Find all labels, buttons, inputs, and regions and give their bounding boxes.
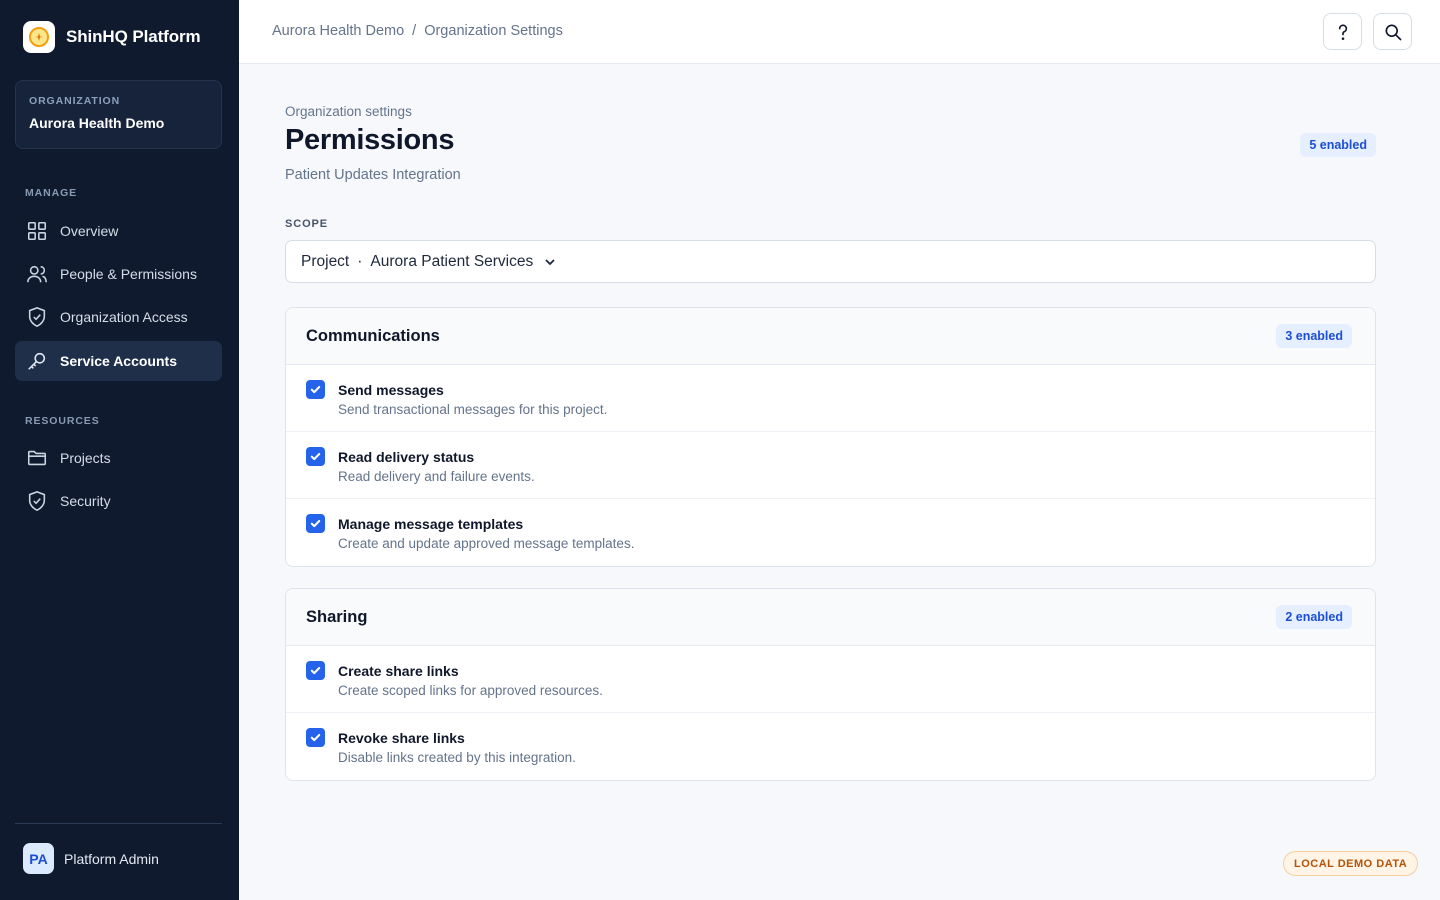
sidebar-item-people-permissions[interactable]: People & Permissions [15,254,222,294]
key-icon [28,352,46,370]
organization-label: ORGANIZATION [29,95,121,107]
sidebar-item-projects[interactable]: Projects [15,438,222,478]
permission-description: Create scoped links for approved resourc… [338,683,603,698]
brand-name: ShinHQ Platform [66,27,201,46]
brand[interactable]: ShinHQ Platform [23,21,201,53]
check-icon [310,452,321,461]
user-name: Platform Admin [64,850,159,867]
sidebar-item-label: People & Permissions [60,266,197,282]
permission-row: Send messages Send transactional message… [286,365,1375,432]
scope-value: Aurora Patient Services [370,252,534,270]
scope-separator: · [357,252,363,270]
sidebar-item-label: Service Accounts [60,353,177,369]
permission-name: Create share links [338,663,459,679]
sidebar-item-label: Security [60,493,111,509]
avatar: PA [23,843,54,874]
folder-icon [27,450,47,466]
manage-section-label: MANAGE [25,187,78,199]
page-eyebrow: Organization settings [285,104,412,119]
organization-switcher[interactable]: ORGANIZATION Aurora Health Demo [15,80,222,149]
breadcrumb-current: Organization Settings [424,23,563,39]
resources-section-label: RESOURCES [25,415,100,427]
permission-row: Read delivery status Read delivery and f… [286,432,1375,499]
permission-row: Create share links Create scoped links f… [286,646,1375,713]
chevron-down-icon [545,259,555,265]
permission-description: Read delivery and failure events. [338,469,535,484]
grid-icon [27,221,47,241]
permission-row: Revoke share links Disable links created… [286,713,1375,780]
group-title: Communications [306,327,440,345]
permission-checkbox[interactable] [306,728,325,747]
group-enabled-badge: 2 enabled [1276,605,1352,629]
permission-name: Manage message templates [338,516,524,532]
sidebar-item-service-accounts[interactable]: Service Accounts [15,341,222,381]
breadcrumb-root[interactable]: Aurora Health Demo [272,23,404,39]
sidebar-item-label: Overview [60,223,119,239]
help-button[interactable] [1323,13,1362,50]
page-subtitle: Patient Updates Integration [285,167,461,183]
permission-group-sharing: Sharing 2 enabled Create share links Cre… [285,588,1376,781]
panel-header: Communications 3 enabled [286,308,1375,365]
search-icon [1385,24,1401,40]
brand-logo-icon [23,21,55,53]
permission-checkbox[interactable] [306,514,325,533]
local-demo-data-tag: LOCAL DEMO DATA [1283,851,1419,876]
permission-checkbox[interactable] [306,447,325,466]
users-icon [27,265,47,283]
help-icon [1338,24,1347,40]
check-icon [310,519,321,528]
panel-header: Sharing 2 enabled [286,589,1375,646]
permission-description: Disable links created by this integratio… [338,750,576,765]
permission-checkbox[interactable] [306,661,325,680]
enabled-count-badge: 5 enabled [1300,133,1376,157]
permission-checkbox[interactable] [306,380,325,399]
sidebar-item-label: Projects [60,450,111,466]
group-enabled-badge: 3 enabled [1276,324,1352,348]
user-menu[interactable]: PA Platform Admin [23,843,159,874]
page-title: Permissions [285,124,455,156]
breadcrumb: Aurora Health Demo / Organization Settin… [272,23,563,39]
permission-name: Send messages [338,382,444,398]
shield-icon [28,307,46,328]
organization-name: Aurora Health Demo [29,115,165,131]
shield-icon [28,491,46,512]
topbar: Aurora Health Demo / Organization Settin… [239,0,1440,64]
check-icon [310,733,321,742]
permission-group-communications: Communications 3 enabled Send messages S… [285,307,1376,567]
sidebar-divider [15,823,222,824]
permission-name: Revoke share links [338,730,465,746]
sidebar-item-label: Organization Access [60,309,188,325]
scope-select[interactable]: Project · Aurora Patient Services [285,240,1376,283]
sidebar-item-overview[interactable]: Overview [15,211,222,251]
permission-name: Read delivery status [338,449,475,465]
permission-description: Send transactional messages for this pro… [338,402,608,417]
sidebar: ShinHQ Platform ORGANIZATION Aurora Heal… [0,0,239,900]
check-icon [310,666,321,675]
check-icon [310,385,321,394]
scope-label: SCOPE [285,218,329,230]
sidebar-item-organization-access[interactable]: Organization Access [15,297,222,337]
scope-type: Project [301,252,350,270]
permission-row: Manage message templates Create and upda… [286,499,1375,566]
permission-description: Create and update approved message templ… [338,536,635,551]
search-button[interactable] [1373,13,1412,50]
sidebar-item-security[interactable]: Security [15,481,222,521]
breadcrumb-separator: / [412,23,417,39]
group-title: Sharing [306,608,368,626]
